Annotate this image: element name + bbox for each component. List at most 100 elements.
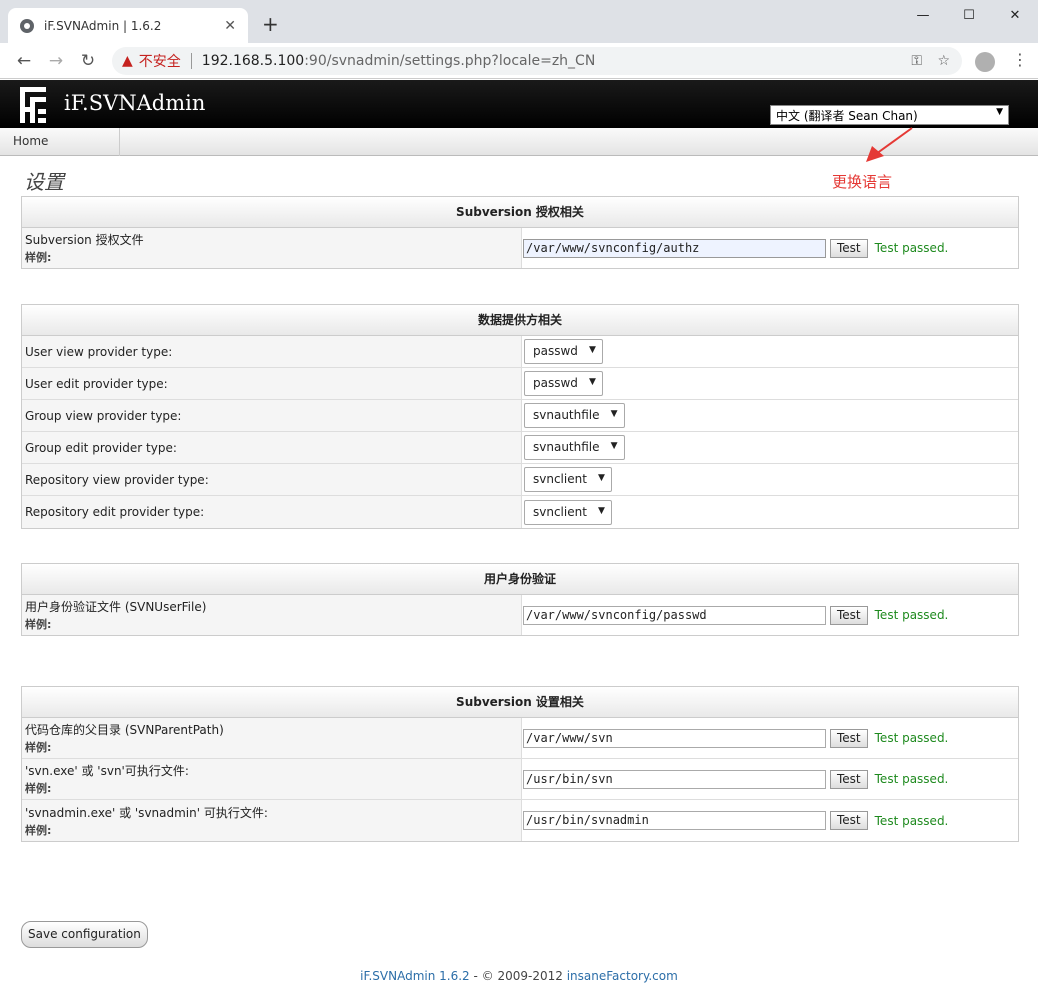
svn-executable-test-button[interactable]: Test xyxy=(830,769,868,789)
group-edit-provider-select[interactable]: svnauthfile ▼ xyxy=(524,435,625,460)
url-separator xyxy=(190,53,192,69)
dropdown-arrow-icon: ▼ xyxy=(610,409,618,419)
kebab-menu-icon[interactable]: ⋮ xyxy=(1012,50,1028,69)
svn-parent-path-test-button[interactable]: Test xyxy=(830,728,868,748)
user-auth-section-header: 用户身份验证 xyxy=(22,564,1018,595)
avatar-icon[interactable] xyxy=(975,52,995,72)
authz-test-button[interactable]: Test xyxy=(830,238,868,258)
group-view-provider-select[interactable]: svnauthfile ▼ xyxy=(524,403,625,428)
repository-view-provider-label: Repository view provider type: xyxy=(25,472,209,487)
dropdown-arrow-icon: ▼ xyxy=(598,473,605,483)
footer-company-link[interactable]: insaneFactory.com xyxy=(567,969,678,983)
minimize-icon[interactable]: — xyxy=(900,0,946,30)
example-label: 样例: xyxy=(25,618,52,631)
provider-value-cell: svnauthfile ▼ xyxy=(521,400,1018,431)
svn-executable-value-cell: /usr/bin/svn Test Test passed. xyxy=(521,759,1018,799)
maximize-icon[interactable]: ☐ xyxy=(946,0,992,30)
authz-file-row: Subversion 授权文件 样例: /var/www/svnconfig/a… xyxy=(22,228,1018,268)
user-view-provider-value: passwd xyxy=(533,344,578,358)
providers-section-header: 数据提供方相关 xyxy=(22,305,1018,336)
language-annotation: 更换语言 xyxy=(832,173,893,191)
dropdown-arrow-icon: ▼ xyxy=(610,441,618,451)
user-edit-provider-select[interactable]: passwd ▼ xyxy=(524,371,603,396)
save-configuration-button[interactable]: Save configuration xyxy=(21,921,148,948)
provider-label-cell: User edit provider type: xyxy=(22,368,521,399)
star-icon[interactable]: ☆ xyxy=(937,53,950,69)
group-view-provider-value: svnauthfile xyxy=(533,408,600,422)
svnadmin-executable-test-button[interactable]: Test xyxy=(830,811,868,830)
annotation-arrow-icon xyxy=(866,127,913,162)
url-text[interactable]: 192.168.5.100:90/svnadmin/settings.php?l… xyxy=(202,53,596,69)
plus-icon[interactable]: + xyxy=(262,12,279,36)
user-edit-provider-value: passwd xyxy=(533,376,578,390)
provider-label-cell: Group edit provider type: xyxy=(22,432,521,463)
group-edit-provider-row: Group edit provider type: svnauthfile ▼ xyxy=(22,432,1018,464)
group-edit-provider-value: svnauthfile xyxy=(533,440,600,454)
svn-parent-path-test-status: Test passed. xyxy=(874,731,949,745)
svn-executable-test-status: Test passed. xyxy=(874,772,949,786)
app-logo xyxy=(20,87,46,123)
svn-executable-label-cell: 'svn.exe' 或 'svn'可执行文件: 样例: xyxy=(22,759,521,799)
user-file-value-cell: /var/www/svnconfig/passwd Test Test pass… xyxy=(521,595,1018,635)
repository-view-provider-select[interactable]: svnclient ▼ xyxy=(524,467,612,492)
svn-parent-path-input[interactable]: /var/www/svn xyxy=(523,728,826,748)
browser-tab-bar: iF.SVNAdmin | 1.6.2 ✕ + — ☐ ✕ xyxy=(0,0,1038,43)
subversion-settings-section: Subversion 设置相关 代码仓库的父目录 (SVNParentPath)… xyxy=(21,686,1019,842)
svn-executable-input[interactable]: /usr/bin/svn xyxy=(523,769,826,789)
user-view-provider-label: User view provider type: xyxy=(25,344,173,359)
example-label: 样例: xyxy=(25,782,52,795)
url-host: 192.168.5.100 xyxy=(201,53,305,69)
browser-tab[interactable]: iF.SVNAdmin | 1.6.2 ✕ xyxy=(8,8,248,43)
group-view-provider-row: Group view provider type: svnauthfile ▼ xyxy=(22,400,1018,432)
key-icon[interactable]: ⚿ xyxy=(911,53,922,69)
reload-icon[interactable]: ↻ xyxy=(72,51,104,71)
dropdown-arrow-icon: ▼ xyxy=(598,505,605,516)
app-header: iF.SVNAdmin 中文 (翻译者 Sean Chan) ▼ xyxy=(0,80,1038,128)
authz-section-header: Subversion 授权相关 xyxy=(22,197,1018,228)
footer-product-link[interactable]: iF.SVNAdmin 1.6.2 xyxy=(360,969,470,983)
repository-edit-provider-value: svnclient xyxy=(533,504,587,519)
language-select[interactable]: 中文 (翻译者 Sean Chan) ▼ xyxy=(770,105,1009,125)
authz-file-label: Subversion 授权文件 xyxy=(25,233,144,247)
language-selected: 中文 (翻译者 Sean Chan) xyxy=(776,109,918,123)
authz-file-input[interactable]: /var/www/svnconfig/authz xyxy=(523,238,826,258)
authz-file-label-cell: Subversion 授权文件 样例: xyxy=(22,228,521,268)
svnadmin-executable-input[interactable]: /usr/bin/svnadmin xyxy=(523,811,826,830)
authz-test-status: Test passed. xyxy=(874,241,949,255)
user-auth-section: 用户身份验证 用户身份验证文件 (SVNUserFile) 样例: /var/w… xyxy=(21,563,1019,636)
repository-view-provider-value: svnclient xyxy=(533,472,587,486)
page-title: 设置 xyxy=(24,170,64,194)
provider-label-cell: Repository view provider type: xyxy=(22,464,521,495)
provider-label-cell: Group view provider type: xyxy=(22,400,521,431)
provider-label-cell: User view provider type: xyxy=(22,336,521,367)
app-title: iF.SVNAdmin xyxy=(64,91,206,115)
close-icon[interactable]: ✕ xyxy=(224,18,236,34)
svn-parent-path-value-cell: /var/www/svn Test Test passed. xyxy=(521,718,1018,758)
user-file-input[interactable]: /var/www/svnconfig/passwd xyxy=(523,605,826,625)
nav-home[interactable]: Home xyxy=(0,128,120,156)
back-icon[interactable]: ← xyxy=(8,51,40,71)
example-label: 样例: xyxy=(25,251,52,264)
forward-icon[interactable]: → xyxy=(40,51,72,71)
provider-value-cell: passwd ▼ xyxy=(521,336,1018,367)
tab-title: iF.SVNAdmin | 1.6.2 xyxy=(44,18,162,33)
provider-value-cell: svnauthfile ▼ xyxy=(521,432,1018,463)
insecure-label[interactable]: 不安全 xyxy=(139,51,181,71)
user-file-test-button[interactable]: Test xyxy=(830,605,868,625)
footer-copyright: - © 2009-2012 xyxy=(469,969,567,983)
footer: iF.SVNAdmin 1.6.2 - © 2009-2012 insaneFa… xyxy=(0,969,1038,983)
window-close-icon[interactable]: ✕ xyxy=(992,0,1038,30)
repository-edit-provider-select[interactable]: svnclient ▼ xyxy=(524,499,612,525)
subversion-settings-header: Subversion 设置相关 xyxy=(22,687,1018,718)
svn-parent-path-row: 代码仓库的父目录 (SVNParentPath) 样例: /var/www/sv… xyxy=(22,718,1018,759)
user-view-provider-select[interactable]: passwd ▼ xyxy=(524,339,603,364)
svnadmin-executable-row: 'svnadmin.exe' 或 'svnadmin' 可执行文件: 样例: /… xyxy=(22,800,1018,841)
user-edit-provider-row: User edit provider type: passwd ▼ xyxy=(22,368,1018,400)
url-bar[interactable]: ▲ 不安全 192.168.5.100:90/svnadmin/settings… xyxy=(112,47,962,75)
user-edit-provider-label: User edit provider type: xyxy=(25,376,168,391)
providers-section: 数据提供方相关 User view provider type: passwd ▼… xyxy=(21,304,1019,529)
dropdown-arrow-icon: ▼ xyxy=(588,345,596,355)
repository-edit-provider-row: Repository edit provider type: svnclient… xyxy=(22,496,1018,528)
warning-icon[interactable]: ▲ xyxy=(122,53,133,69)
url-path: :90/svnadmin/settings.php?locale=zh_CN xyxy=(304,53,596,69)
